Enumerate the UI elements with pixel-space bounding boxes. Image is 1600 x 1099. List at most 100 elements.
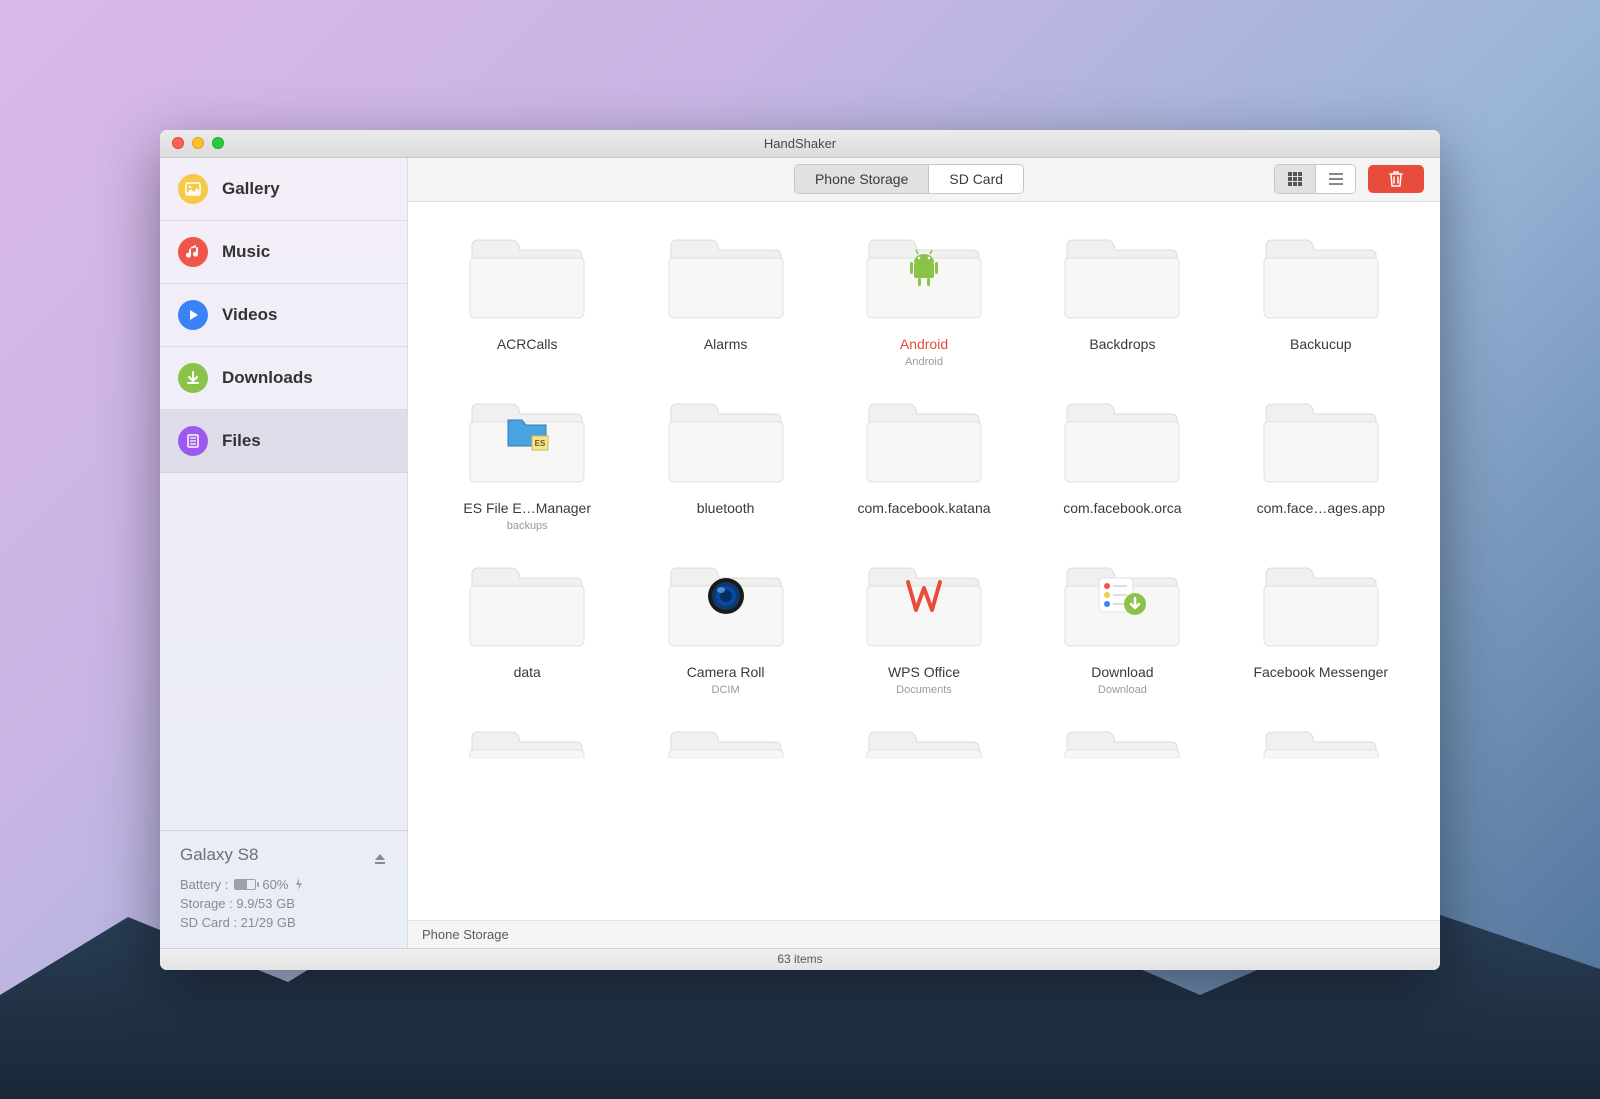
sdcard-line: SD Card : 21/29 GB: [180, 915, 387, 930]
folder-item[interactable]: data: [428, 554, 626, 708]
folder-item[interactable]: [1023, 718, 1221, 770]
folder-sublabel: Documents: [896, 684, 952, 696]
folder-icon: [462, 226, 592, 326]
svg-text:ES: ES: [535, 439, 546, 448]
folder-icon: [462, 554, 592, 654]
delete-button[interactable]: [1368, 165, 1424, 193]
folder-item[interactable]: ES ES File E…Manager backups: [428, 390, 626, 544]
folder-item[interactable]: [825, 718, 1023, 770]
folder-label: Alarms: [704, 336, 748, 352]
folder-sublabel: DCIM: [712, 684, 740, 696]
sidebar-item-videos[interactable]: Videos: [160, 284, 407, 347]
folder-icon: [661, 226, 791, 326]
battery-icon: [234, 879, 256, 890]
titlebar: HandShaker: [160, 130, 1440, 158]
grid-icon: [1288, 172, 1302, 186]
folder-label: Download: [1091, 664, 1153, 680]
folder-label: bluetooth: [697, 500, 755, 516]
file-grid: ACRCalls Alarms AndroidAndroid Backdrops Bac…: [428, 226, 1420, 770]
storage-btn-phone[interactable]: Phone Storage: [795, 165, 928, 193]
folder-label: Camera Roll: [687, 664, 765, 680]
folder-label: Facebook Messenger: [1253, 664, 1388, 680]
folder-icon: [1256, 718, 1386, 758]
folder-icon: [661, 390, 791, 490]
folder-item[interactable]: AndroidAndroid: [825, 226, 1023, 380]
battery-line: Battery : 60%: [180, 877, 387, 892]
folder-label: ACRCalls: [497, 336, 558, 352]
folder-item[interactable]: Camera Roll DCIM: [626, 554, 824, 708]
maximize-button[interactable]: [212, 137, 224, 149]
folder-item[interactable]: WPS Office Documents: [825, 554, 1023, 708]
charging-icon: [294, 878, 304, 890]
device-panel: Galaxy S8 Battery : 60% Storage : 9.9/53…: [160, 830, 407, 948]
folder-icon: [1057, 226, 1187, 326]
folder-item[interactable]: [428, 718, 626, 770]
folder-icon: [859, 226, 989, 326]
folder-label: com.face…ages.app: [1257, 500, 1385, 516]
storage-btn-sdcard[interactable]: SD Card: [928, 165, 1023, 193]
folder-label: Backdrops: [1089, 336, 1155, 352]
sidebar-item-label: Downloads: [222, 368, 313, 388]
folder-item[interactable]: Alarms: [626, 226, 824, 380]
main-pane: Phone Storage SD Card: [408, 158, 1440, 948]
file-icon: [178, 426, 208, 456]
folder-item[interactable]: com.face…ages.app: [1222, 390, 1420, 544]
folder-sublabel: Android: [905, 356, 943, 368]
folder-item[interactable]: Download Download: [1023, 554, 1221, 708]
folder-label: com.facebook.orca: [1063, 500, 1181, 516]
folder-icon: ES: [462, 390, 592, 490]
nav-list: Gallery Music Videos Downloads Files: [160, 158, 407, 830]
folder-item[interactable]: bluetooth: [626, 390, 824, 544]
app-window: HandShaker Gallery Music Videos Downloads Fi…: [160, 130, 1440, 970]
folder-label: Backucup: [1290, 336, 1351, 352]
minimize-button[interactable]: [192, 137, 204, 149]
folder-label: WPS Office: [888, 664, 960, 680]
folder-item[interactable]: Backucup: [1222, 226, 1420, 380]
wps-icon: [902, 574, 946, 618]
grid-view-button[interactable]: [1275, 165, 1315, 193]
storage-line: Storage : 9.9/53 GB: [180, 896, 387, 911]
view-toggle: [1274, 164, 1356, 194]
folder-icon: [1256, 554, 1386, 654]
folder-label: ES File E…Manager: [463, 500, 591, 516]
sidebar-item-downloads[interactable]: Downloads: [160, 347, 407, 410]
status-bar: 63 items: [160, 948, 1440, 970]
list-view-button[interactable]: [1315, 165, 1355, 193]
folder-item[interactable]: Facebook Messenger: [1222, 554, 1420, 708]
folder-icon: [1256, 226, 1386, 326]
sidebar-item-label: Music: [222, 242, 270, 262]
folder-item[interactable]: ACRCalls: [428, 226, 626, 380]
folder-item[interactable]: [626, 718, 824, 770]
folder-icon: [1057, 718, 1187, 758]
traffic-lights: [160, 137, 224, 149]
folder-item[interactable]: com.facebook.orca: [1023, 390, 1221, 544]
sidebar-item-label: Gallery: [222, 179, 280, 199]
sidebar-item-gallery[interactable]: Gallery: [160, 158, 407, 221]
folder-icon: [859, 390, 989, 490]
close-button[interactable]: [172, 137, 184, 149]
folder-icon: [1057, 554, 1187, 654]
esfile-icon: ES: [504, 412, 550, 452]
folder-sublabel: Download: [1098, 684, 1147, 696]
folder-item[interactable]: com.facebook.katana: [825, 390, 1023, 544]
eject-icon[interactable]: [373, 852, 387, 866]
sidebar-item-label: Videos: [222, 305, 277, 325]
file-grid-area: ACRCalls Alarms AndroidAndroid Backdrops Bac…: [408, 202, 1440, 920]
folder-icon: [1256, 390, 1386, 490]
folder-icon: [859, 554, 989, 654]
sidebar-item-files[interactable]: Files: [160, 410, 407, 473]
folder-icon: [1057, 390, 1187, 490]
window-title: HandShaker: [160, 136, 1440, 151]
toolbar: Phone Storage SD Card: [408, 158, 1440, 202]
sidebar-item-music[interactable]: Music: [160, 221, 407, 284]
path-bar: Phone Storage: [408, 920, 1440, 948]
trash-icon: [1389, 171, 1403, 187]
music-icon: [178, 237, 208, 267]
android-icon: [900, 244, 948, 292]
folder-item[interactable]: Backdrops: [1023, 226, 1221, 380]
folder-item[interactable]: [1222, 718, 1420, 770]
battery-label: Battery :: [180, 877, 228, 892]
folder-icon: [661, 554, 791, 654]
folder-sublabel: backups: [507, 520, 548, 532]
folder-label: data: [514, 664, 541, 680]
